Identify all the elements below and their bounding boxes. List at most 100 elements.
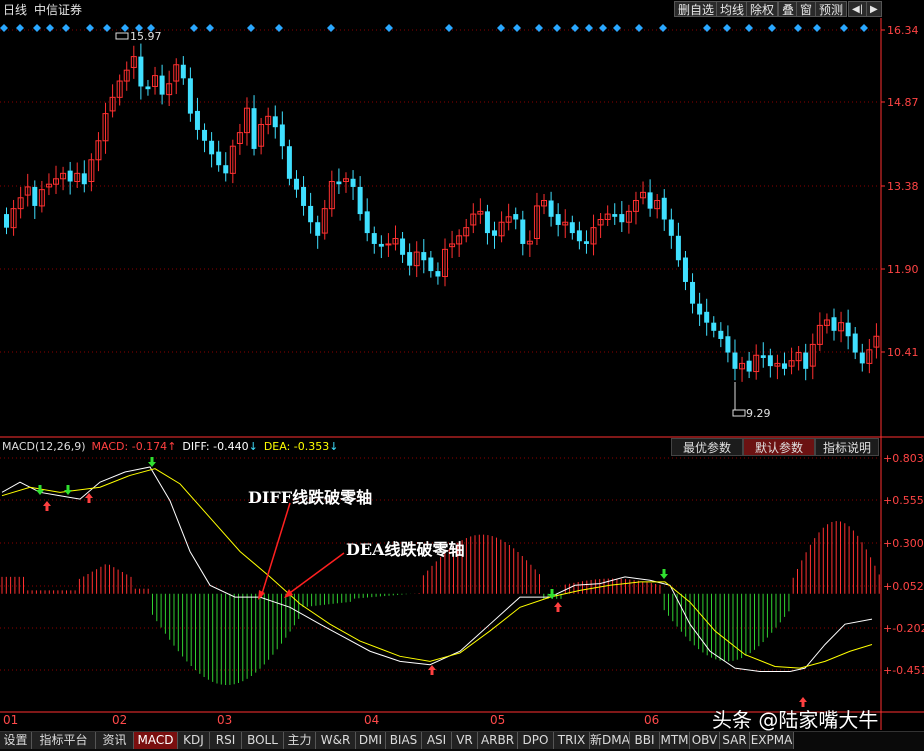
signal-diamond-icon xyxy=(553,24,561,32)
tab-optimal-params[interactable]: 最优参数 xyxy=(671,438,743,456)
indicator-tab[interactable]: VR xyxy=(452,732,478,749)
indicator-tab[interactable]: SAR xyxy=(720,732,750,749)
candle-body xyxy=(364,211,370,234)
candle-body xyxy=(315,222,321,236)
candlestick xyxy=(555,203,561,237)
indicator-tab[interactable]: W&R xyxy=(316,732,356,749)
candle-body xyxy=(711,322,717,331)
candle-body xyxy=(81,173,87,185)
indicator-tab[interactable]: 资讯 xyxy=(96,732,134,749)
candle-body xyxy=(583,241,589,244)
macd-axis-label: +0.803 xyxy=(883,452,924,465)
candle-body xyxy=(732,352,738,369)
candlestick xyxy=(336,168,342,194)
candlestick xyxy=(732,339,738,381)
signal-diamond-icon xyxy=(445,24,453,32)
arrow-head xyxy=(43,501,51,506)
indicator-tab[interactable]: 新DMA xyxy=(590,732,630,749)
candle-body xyxy=(180,64,186,79)
indicator-tab[interactable]: RSI xyxy=(210,732,242,749)
dea-arrow-icon: ↓ xyxy=(329,440,339,453)
indicator-tab[interactable]: DPO xyxy=(518,732,554,749)
macd-arrow-icon: ↑ xyxy=(167,440,177,453)
candle-body xyxy=(760,355,766,358)
candlestick xyxy=(180,56,186,85)
candlestick xyxy=(243,97,250,146)
candle-body xyxy=(336,181,342,185)
candle-body xyxy=(767,355,773,367)
signal-diamond-icon xyxy=(190,24,198,32)
macd-axis-label: +0.300 xyxy=(883,537,924,550)
candlestick xyxy=(4,207,9,235)
candle-body xyxy=(569,222,575,234)
signal-diamond-icon xyxy=(599,24,607,32)
candlestick xyxy=(123,61,130,91)
chart-canvas: 15.97 9.29 16.34 14.87 13.38 11.90 10.41 +0.8… xyxy=(0,18,924,730)
indicator-tab[interactable]: EXPMA xyxy=(750,732,794,749)
candlestick xyxy=(583,230,589,254)
macd-header: MACD(12,26,9) MACD: -0.174↑ DIFF: -0.440↓ D… xyxy=(2,440,338,456)
candlestick xyxy=(690,273,696,314)
candle-body xyxy=(308,205,314,223)
indicator-tab[interactable]: KDJ xyxy=(178,732,210,749)
candle-body xyxy=(293,178,299,190)
candlestick xyxy=(654,193,661,219)
down-arrow-icon xyxy=(36,485,44,495)
candlestick xyxy=(251,95,257,156)
candlestick xyxy=(767,348,773,378)
candlestick xyxy=(852,327,858,360)
candlestick xyxy=(194,97,200,140)
indicator-tab[interactable]: 主力 xyxy=(284,732,316,749)
date-label: 05 xyxy=(490,713,506,727)
tab-default-params[interactable]: 默认参数 xyxy=(743,438,815,456)
indicator-tab[interactable]: MTM xyxy=(660,732,690,749)
indicator-tab[interactable]: BIAS xyxy=(386,732,422,749)
candle-body xyxy=(385,243,392,246)
candle-body xyxy=(202,129,208,141)
candlestick xyxy=(88,153,95,192)
indicator-tab[interactable]: BOLL xyxy=(242,732,284,749)
signal-diamond-icon xyxy=(635,24,643,32)
candlestick xyxy=(788,347,795,375)
candle-body xyxy=(845,322,851,337)
candle-body xyxy=(371,233,377,244)
candlestick xyxy=(668,208,674,249)
candlestick xyxy=(838,311,845,343)
candle-body xyxy=(378,243,384,247)
candlestick xyxy=(102,102,109,154)
indicator-tab[interactable]: ARBR xyxy=(478,732,518,749)
signal-diamond-icon xyxy=(745,24,753,32)
signal-diamond-icon xyxy=(46,24,54,32)
candlestick xyxy=(498,211,505,243)
candlestick xyxy=(293,170,299,198)
candle-body xyxy=(216,151,222,166)
candlestick xyxy=(484,204,490,245)
indicator-tab[interactable]: MACD xyxy=(134,732,178,749)
grid-lines xyxy=(0,18,924,730)
candlestick xyxy=(704,298,710,336)
indicator-tab[interactable]: 设置 xyxy=(0,732,32,749)
candle-body xyxy=(159,75,165,95)
macd-axis-label: +-0.451 xyxy=(883,664,924,677)
candle-body xyxy=(67,170,73,182)
candlestick xyxy=(718,322,724,348)
candlestick xyxy=(781,352,787,376)
candlestick xyxy=(272,105,278,139)
candle-body xyxy=(350,178,356,187)
indicator-tab[interactable]: 指标平台 xyxy=(32,732,96,749)
candlestick xyxy=(435,262,441,285)
indicator-tab[interactable]: DMI xyxy=(356,732,386,749)
candle-body xyxy=(492,230,498,236)
candlestick xyxy=(675,222,681,267)
indicator-tab[interactable]: TRIX xyxy=(554,732,590,749)
candlestick xyxy=(682,251,688,291)
indicator-tab[interactable]: BBI xyxy=(630,732,660,749)
indicator-tab[interactable]: OBV xyxy=(690,732,720,749)
candlestick xyxy=(321,199,328,240)
high-marker-box xyxy=(115,32,129,40)
indicator-tab[interactable]: ASI xyxy=(422,732,452,749)
candlestick xyxy=(209,132,215,168)
candlestick xyxy=(774,354,781,380)
tab-indicator-help[interactable]: 指标说明 xyxy=(815,438,879,456)
signal-diamond-icon xyxy=(813,24,821,32)
